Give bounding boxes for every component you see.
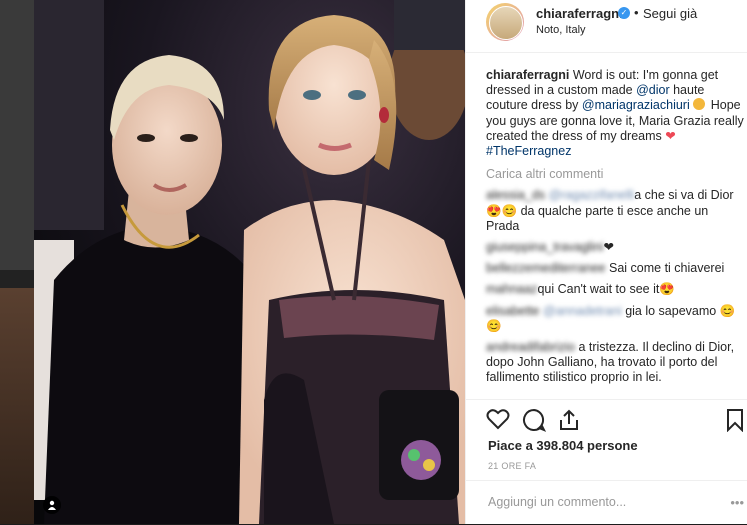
mention-link[interactable]: @dior	[636, 83, 670, 97]
post-details-panel: chiaraferragni ✓ • Segui già Noto, Italy…	[465, 0, 747, 524]
comment-item: elisabette @annadetrani gia lo sapevamo …	[486, 304, 744, 334]
comment-username[interactable]: alessia_ds	[486, 188, 545, 202]
comment-username[interactable]: bellezzemediterranee	[486, 261, 606, 275]
load-more-comments[interactable]: Carica altri commenti	[486, 167, 744, 182]
location-link[interactable]: Noto, Italy	[536, 24, 586, 36]
verified-badge-icon: ✓	[618, 7, 630, 19]
heart-icon[interactable]	[486, 408, 510, 435]
comment-input[interactable]: Aggiungi un commento...	[488, 495, 626, 509]
comment-item: mahnaazqui Can't wait to see it😍	[486, 282, 744, 297]
comment-username[interactable]: giuseppina_travaglini	[486, 240, 603, 254]
add-comment-bar: Aggiungi un commento... •••	[466, 480, 747, 525]
more-options-icon[interactable]: •••	[730, 495, 744, 510]
comment-text: Sai come ti chiaverei	[609, 261, 725, 276]
comment-icon[interactable]	[522, 408, 547, 437]
header-username[interactable]: chiaraferragni	[536, 6, 623, 21]
comment-username[interactable]: mahnaaz	[486, 282, 537, 296]
user-tag-icon[interactable]	[43, 496, 61, 514]
bookmark-icon[interactable]	[726, 408, 744, 437]
post-timestamp[interactable]: 21 ORE FA	[488, 461, 536, 471]
header-separator: •	[634, 5, 639, 20]
hashtag-link[interactable]: #TheFerragnez	[486, 144, 571, 158]
comment-item: alessia_ds @ragazzifanellia che si va di…	[486, 188, 744, 234]
comment-mention[interactable]: @ragazzifanelli	[549, 188, 635, 202]
emoji-icon	[693, 98, 706, 111]
red-heart-icon: ❤	[665, 128, 676, 143]
photo-illustration	[34, 0, 465, 524]
share-icon[interactable]	[558, 408, 580, 437]
comment-item: bellezzemediterranee Sai come ti chiaver…	[486, 261, 744, 276]
comments-list: chiaraferragni Word is out: I'm gonna ge…	[486, 68, 744, 386]
mention-link[interactable]: @mariagraziachiuri	[582, 98, 690, 112]
comment-item: andreadifabrizio a tristezza. Il declino…	[486, 340, 744, 386]
comment-mention[interactable]: @annadetrani	[543, 304, 622, 318]
post-header: chiaraferragni ✓ • Segui già Noto, Italy	[466, 0, 747, 53]
comment-text: qui Can't wait to see it😍	[537, 282, 675, 297]
comment-text: ❤	[603, 240, 614, 255]
comment-username[interactable]: elisabette	[486, 304, 540, 318]
action-bar	[466, 399, 747, 440]
avatar[interactable]	[486, 3, 524, 41]
backdrop-left-image	[0, 288, 34, 524]
comment-item: giuseppina_travaglini❤	[486, 240, 744, 255]
likes-count[interactable]: Piace a 398.804 persone	[488, 438, 638, 453]
comment-username[interactable]: andreadifabrizio	[486, 340, 575, 354]
backdrop-left-mid	[0, 270, 34, 288]
backdrop-left-top	[0, 0, 34, 270]
caption-username[interactable]: chiaraferragni	[486, 68, 569, 82]
follow-button[interactable]: Segui già	[643, 6, 697, 21]
post-photo[interactable]	[34, 0, 465, 524]
caption: chiaraferragni Word is out: I'm gonna ge…	[486, 68, 744, 159]
